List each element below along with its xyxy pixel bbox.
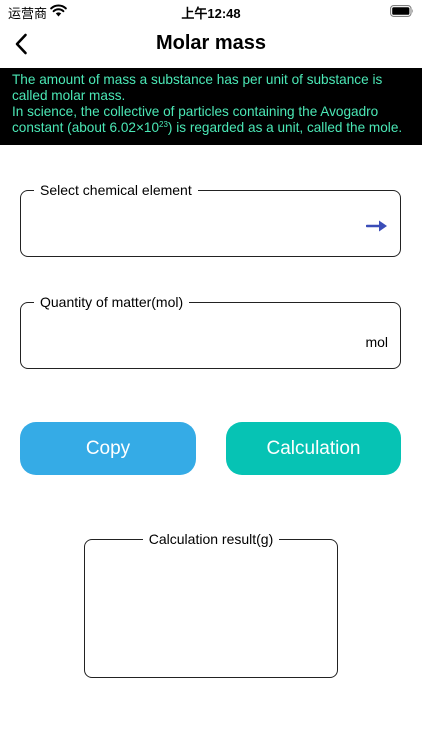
page-title: Molar mass (155, 32, 267, 54)
info-text-line1: The amount of mass a substance has per u… (12, 72, 383, 103)
info-text-line2: In science, the collective of particles … (12, 104, 403, 135)
molar-mass-screen: 运营商 上午12:48 Molar mass The amount of mas… (0, 0, 422, 750)
status-time: 上午12:48 (181, 6, 241, 21)
quantity-input[interactable] (31, 327, 351, 353)
unit-label: mol (365, 334, 388, 350)
result-label: Calculation result(g) (142, 531, 280, 547)
element-field-label: Select chemical element (34, 182, 198, 198)
nav-bar: Molar mass (0, 24, 422, 64)
exponent: 23 (159, 120, 168, 129)
copy-button[interactable]: Copy (20, 422, 196, 475)
battery-icon (390, 5, 413, 17)
status-bar: 运营商 上午12:48 (0, 0, 422, 24)
element-select-field[interactable]: Select chemical element (20, 182, 401, 257)
quantity-field-label: Quantity of matter(mol) (34, 294, 190, 310)
result-box: Calculation result(g) (84, 531, 338, 678)
calculation-button[interactable]: Calculation (226, 422, 401, 475)
info-banner: The amount of mass a substance has per u… (0, 68, 422, 145)
arrow-right-icon[interactable] (366, 219, 390, 233)
quantity-field: Quantity of matter(mol) mol (20, 294, 401, 369)
